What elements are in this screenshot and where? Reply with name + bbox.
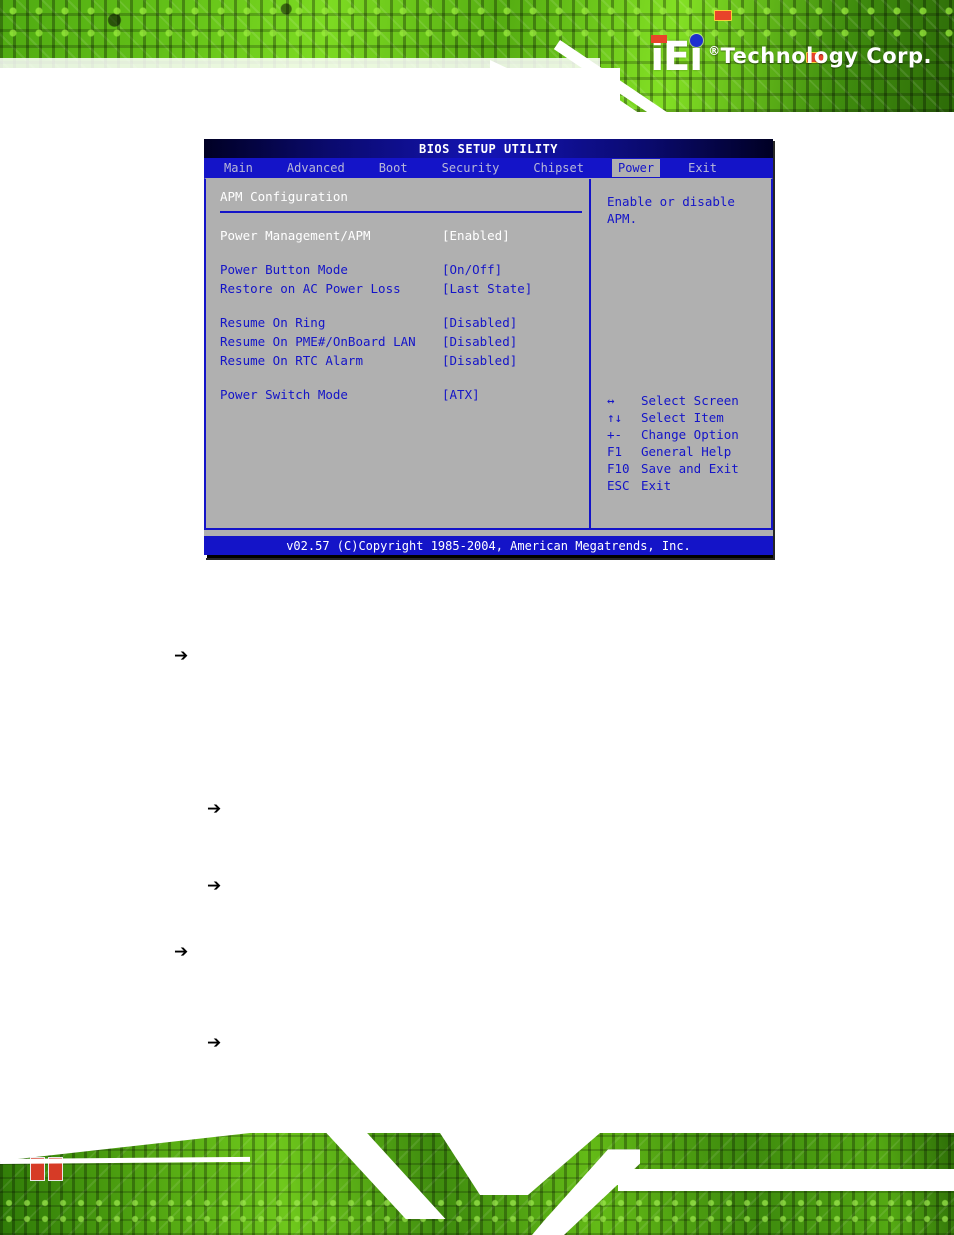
bios-menu-item-advanced[interactable]: Advanced — [281, 159, 351, 177]
bios-option-value[interactable]: [Disabled] — [442, 313, 517, 332]
bios-option-value[interactable]: [On/Off] — [442, 260, 502, 279]
bios-help-line-2: APM. — [607, 211, 638, 226]
bios-option-value[interactable]: [Enabled] — [442, 226, 510, 245]
bios-window-title: BIOS SETUP UTILITY — [418, 141, 559, 156]
bios-key-row: ↑↓ Select Item — [607, 409, 739, 426]
bios-help-pane: Enable or disable APM. ↔ Select Screen ↑↓ S… — [591, 179, 771, 528]
bios-option-label: Resume On PME#/OnBoard LAN — [220, 334, 416, 349]
bios-key-description: Select Item — [641, 410, 724, 425]
arrow-bullet-icon: ➔ — [174, 646, 189, 666]
bios-option-value[interactable]: [Disabled] — [442, 332, 517, 351]
bios-key-description: Change Option — [641, 427, 739, 442]
bios-section-divider — [220, 211, 582, 213]
arrow-bullet-icon: ➔ — [174, 942, 189, 962]
bios-key-row: +- Change Option — [607, 426, 739, 443]
bios-key-glyph-icon: +- — [607, 427, 623, 442]
bios-key-glyph-icon: ↔ — [607, 393, 615, 408]
bios-key-row: F1 General Help — [607, 443, 739, 460]
bios-footer-bar: v02.57 (C)Copyright 1985-2004, American … — [204, 536, 773, 555]
arrow-bullet-icon: ➔ — [207, 799, 222, 819]
bios-option-label: Resume On Ring — [220, 315, 326, 330]
bios-key-row: F10 Save and Exit — [607, 460, 739, 477]
bios-setup-window: BIOS SETUP UTILITY Main Advanced Boot Secur… — [204, 139, 773, 558]
bios-option-row[interactable]: Resume On Ring [Disabled] — [220, 313, 589, 332]
bios-window-shadow — [207, 555, 773, 558]
bios-menu-item-security[interactable]: Security — [436, 159, 506, 177]
bios-option-group-gap — [220, 245, 589, 260]
registered-mark-icon: ® — [708, 44, 721, 58]
bios-option-group-gap — [220, 370, 589, 385]
bios-option-group-gap — [220, 298, 589, 313]
bios-option-label: Resume On RTC Alarm — [220, 353, 363, 368]
bios-section-title: APM Configuration — [220, 189, 348, 204]
iei-logo: iEi ®Technology Corp. — [650, 34, 932, 77]
footer-solder-pads — [0, 1195, 954, 1229]
header-chip-red-icon — [714, 10, 732, 21]
bios-menu-item-exit[interactable]: Exit — [682, 159, 723, 177]
bios-key-row: ↔ Select Screen — [607, 392, 739, 409]
footer-swoosh-band-lower — [618, 1177, 954, 1191]
bios-key-description: Save and Exit — [641, 461, 739, 476]
bios-key-description: Select Screen — [641, 393, 739, 408]
arrow-bullet-icon: ➔ — [207, 1033, 222, 1053]
bios-menu-bar: Main Advanced Boot Security Chipset Power Exit — [204, 158, 773, 178]
iei-logo-blue-dot-icon — [690, 34, 704, 47]
bios-option-row[interactable]: Resume On RTC Alarm [Disabled] — [220, 351, 589, 370]
bios-key-row: ESC Exit — [607, 477, 739, 494]
bios-key-description: General Help — [641, 444, 732, 459]
bios-option-value[interactable]: [Last State] — [442, 279, 532, 298]
bios-option-row[interactable]: Power Management/APM [Enabled] — [220, 226, 589, 245]
bios-menu-item-boot[interactable]: Boot — [373, 159, 414, 177]
bios-key-glyph-icon: F10 — [607, 461, 630, 476]
bios-option-label: Power Button Mode — [220, 262, 348, 277]
bios-option-label: Power Switch Mode — [220, 387, 348, 402]
bios-option-label: Restore on AC Power Loss — [220, 281, 401, 296]
bios-menu-item-chipset[interactable]: Chipset — [527, 159, 590, 177]
bios-title-bar: BIOS SETUP UTILITY — [204, 139, 773, 158]
bios-body: APM Configuration Power Management/APM [E… — [204, 178, 773, 530]
bios-option-value[interactable]: [ATX] — [442, 385, 480, 404]
page-header-banner: iEi ®Technology Corp. — [0, 0, 954, 112]
bios-option-label: Power Management/APM — [220, 228, 371, 243]
bios-option-row[interactable]: Power Switch Mode [ATX] — [220, 385, 589, 404]
bios-options-pane: APM Configuration Power Management/APM [E… — [206, 179, 591, 528]
bios-help-line-1: Enable or disable — [607, 194, 735, 209]
bios-key-legend: ↔ Select Screen ↑↓ Select Item +- Change Opti… — [607, 392, 739, 494]
bios-option-row[interactable]: Resume On PME#/OnBoard LAN [Disabled] — [220, 332, 589, 351]
bios-menu-item-main[interactable]: Main — [218, 159, 259, 177]
bios-key-glyph-icon: ESC — [607, 478, 630, 493]
bios-option-list: Power Management/APM [Enabled] Power Butto… — [220, 226, 589, 404]
bios-key-glyph-icon: F1 — [607, 444, 623, 459]
iei-logo-red-bar-icon — [651, 35, 668, 43]
bios-option-value[interactable]: [Disabled] — [442, 351, 517, 370]
bios-menu-item-power[interactable]: Power — [611, 159, 661, 177]
iei-logo-tagline: ®Technology Corp. — [708, 44, 932, 68]
bios-key-description: Exit — [641, 478, 672, 493]
arrow-bullet-icon: ➔ — [207, 876, 222, 896]
bios-option-row[interactable]: Restore on AC Power Loss [Last State] — [220, 279, 589, 298]
iei-logo-mark: iEi — [650, 34, 704, 77]
page-footer-banner — [0, 1133, 954, 1235]
bios-key-glyph-icon: ↑↓ — [607, 410, 623, 425]
bios-option-row[interactable]: Power Button Mode [On/Off] — [220, 260, 589, 279]
iei-tagline-text: Technology Corp. — [720, 44, 932, 68]
bios-copyright-text: v02.57 (C)Copyright 1985-2004, American … — [286, 538, 691, 553]
